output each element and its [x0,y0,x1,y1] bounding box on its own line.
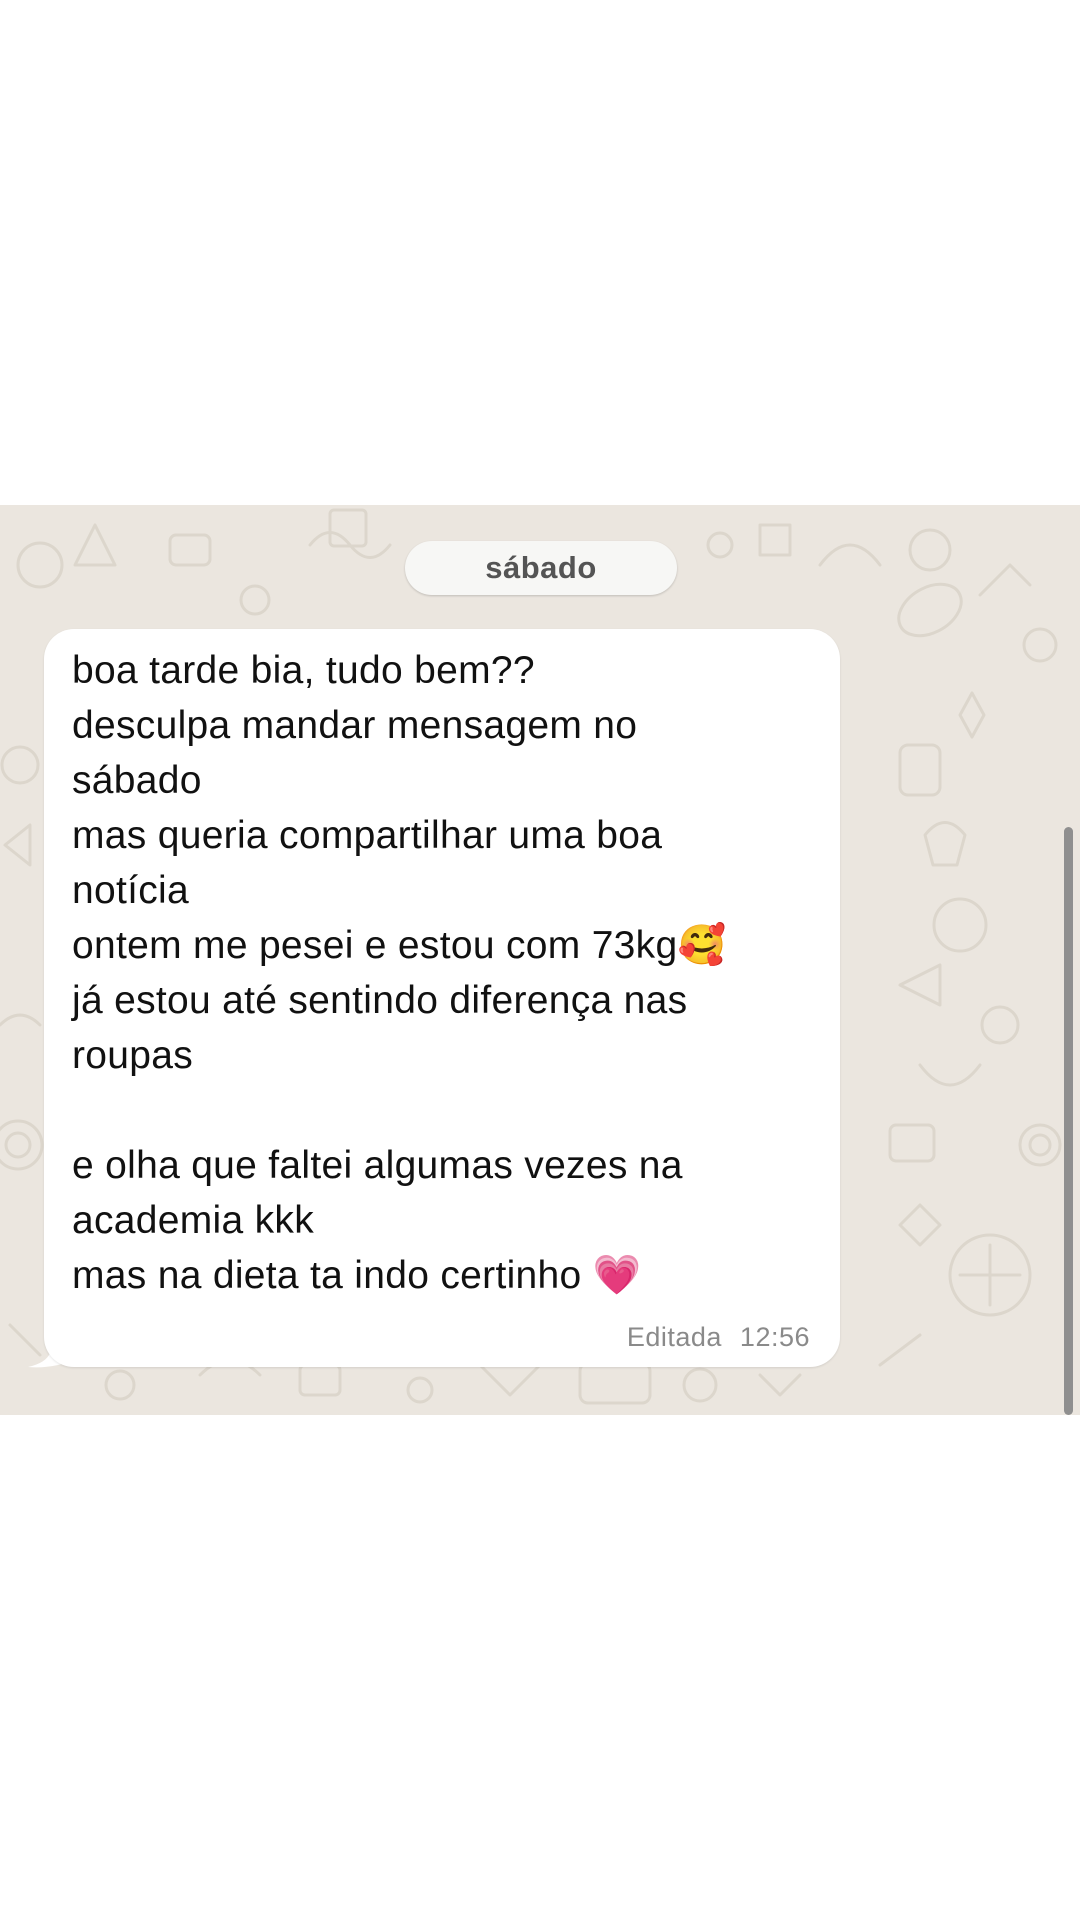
chat-area[interactable]: sábado boa tarde bia, tudo bem?? desculp… [0,505,1080,1415]
message-meta: Editada 12:56 [627,1322,810,1353]
message-line: academia kkk [72,1199,315,1242]
incoming-message-bubble[interactable]: boa tarde bia, tudo bem?? desculpa manda… [44,629,840,1367]
message-line: notícia [72,869,190,912]
message-line: mas queria compartilhar uma boa [72,814,663,857]
date-separator: sábado [405,541,677,595]
message-text: boa tarde bia, tudo bem?? desculpa manda… [72,643,822,1303]
screenshot-page: sábado boa tarde bia, tudo bem?? desculp… [0,0,1080,1920]
scrollbar[interactable] [1064,827,1073,1415]
message-line: boa tarde bia, tudo bem?? [72,649,535,692]
message-line: já estou até sentindo diferença nas [72,979,688,1022]
message-line: sábado [72,759,202,802]
message-timestamp: 12:56 [739,1322,810,1352]
message-line: roupas [72,1034,194,1077]
date-separator-label: sábado [485,550,597,585]
message-line: mas na dieta ta indo certinho 💗 [72,1254,642,1297]
message-line: ontem me pesei e estou com 73kg🥰 [72,924,727,967]
message-line: desculpa mandar mensagem no [72,704,638,747]
message-line: e olha que faltei algumas vezes na [72,1144,683,1187]
edited-label: Editada [626,1322,722,1352]
